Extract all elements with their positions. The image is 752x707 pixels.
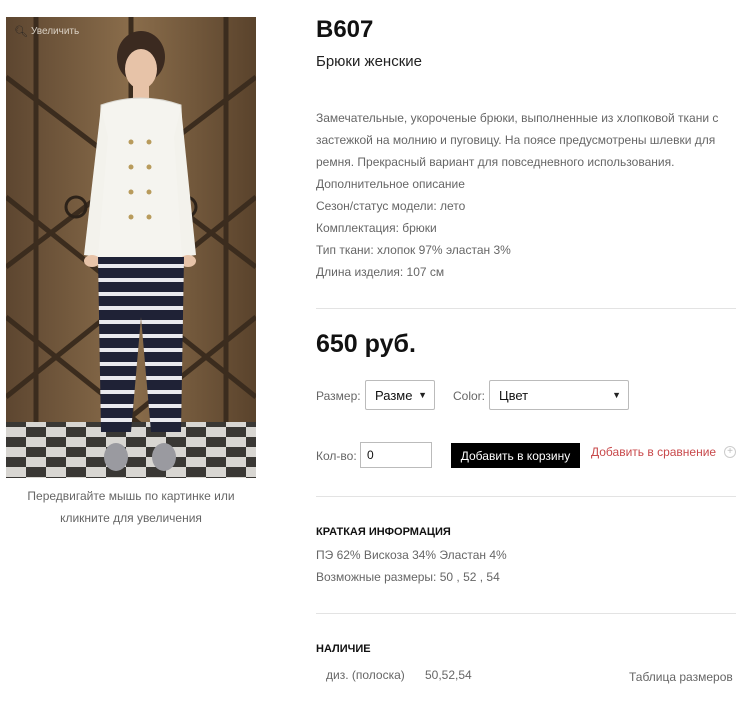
short-info-heading: КРАТКАЯ ИНФОРМАЦИЯ	[316, 526, 451, 538]
size-label: Размер:	[316, 389, 361, 403]
size-select[interactable]: Размер ▼	[365, 380, 435, 410]
description-line: Сезон/статус модели: лето	[316, 199, 466, 213]
availability-sizes: 50,52,54	[425, 668, 472, 682]
availability-heading: НАЛИЧИЕ	[316, 643, 371, 655]
description-line: Длина изделия: 107 см	[316, 265, 445, 279]
product-price: 650 руб.	[316, 330, 416, 358]
divider	[316, 496, 736, 497]
dropdown-arrow-icon: ▼	[418, 390, 427, 400]
description-line: Комплектация: брюки	[316, 221, 437, 235]
color-select-value: Цвет	[499, 387, 529, 403]
zoom-hint[interactable]: 🔍︎ Увеличить	[14, 25, 79, 38]
product-sku: B607	[316, 16, 374, 43]
magnifier-icon: 🔍︎	[14, 26, 28, 38]
quantity-input[interactable]	[360, 442, 432, 468]
description-line: Дополнительное описание	[316, 177, 465, 191]
available-sizes-text: Возможные размеры: 50 , 52 , 54	[316, 570, 500, 584]
zoom-label: Увеличить	[30, 26, 80, 37]
availability-variant: диз. (полоска)	[326, 668, 405, 682]
product-description: Замечательные, укороченые брюки, выполне…	[316, 107, 736, 283]
product-photo[interactable]: 🔍︎ Увеличить	[6, 17, 256, 478]
product-title: Брюки женские	[316, 53, 422, 70]
size-select-value: Размер	[375, 387, 413, 403]
composition-text: ПЭ 62% Вискоза 34% Эластан 4%	[316, 548, 507, 562]
description-line: Замечательные, укороченые брюки, выполне…	[316, 111, 719, 125]
photo-caption: Передвигайте мышь по картинке или кликни…	[27, 489, 235, 525]
quantity-label: Кол-во:	[316, 449, 357, 463]
description-line: ремня. Прекрасный вариант для повседневн…	[316, 155, 675, 169]
size-chart-link[interactable]: Таблица размеров	[629, 670, 733, 684]
product-photo-illustration	[6, 17, 256, 478]
plus-icon[interactable]: +	[724, 446, 736, 458]
color-select[interactable]: Цвет ▼	[489, 380, 629, 410]
divider	[316, 613, 736, 614]
dropdown-arrow-icon: ▼	[612, 390, 621, 400]
color-label: Color:	[453, 389, 486, 403]
add-to-cart-button[interactable]: Добавить в корзину	[451, 443, 580, 468]
description-line: застежкой на молнию и пуговицу. На поясе…	[316, 133, 716, 147]
description-line: Тип ткани: хлопок 97% эластан 3%	[316, 243, 511, 257]
divider	[316, 308, 736, 309]
add-to-compare-link[interactable]: Добавить в сравнение	[591, 445, 716, 459]
